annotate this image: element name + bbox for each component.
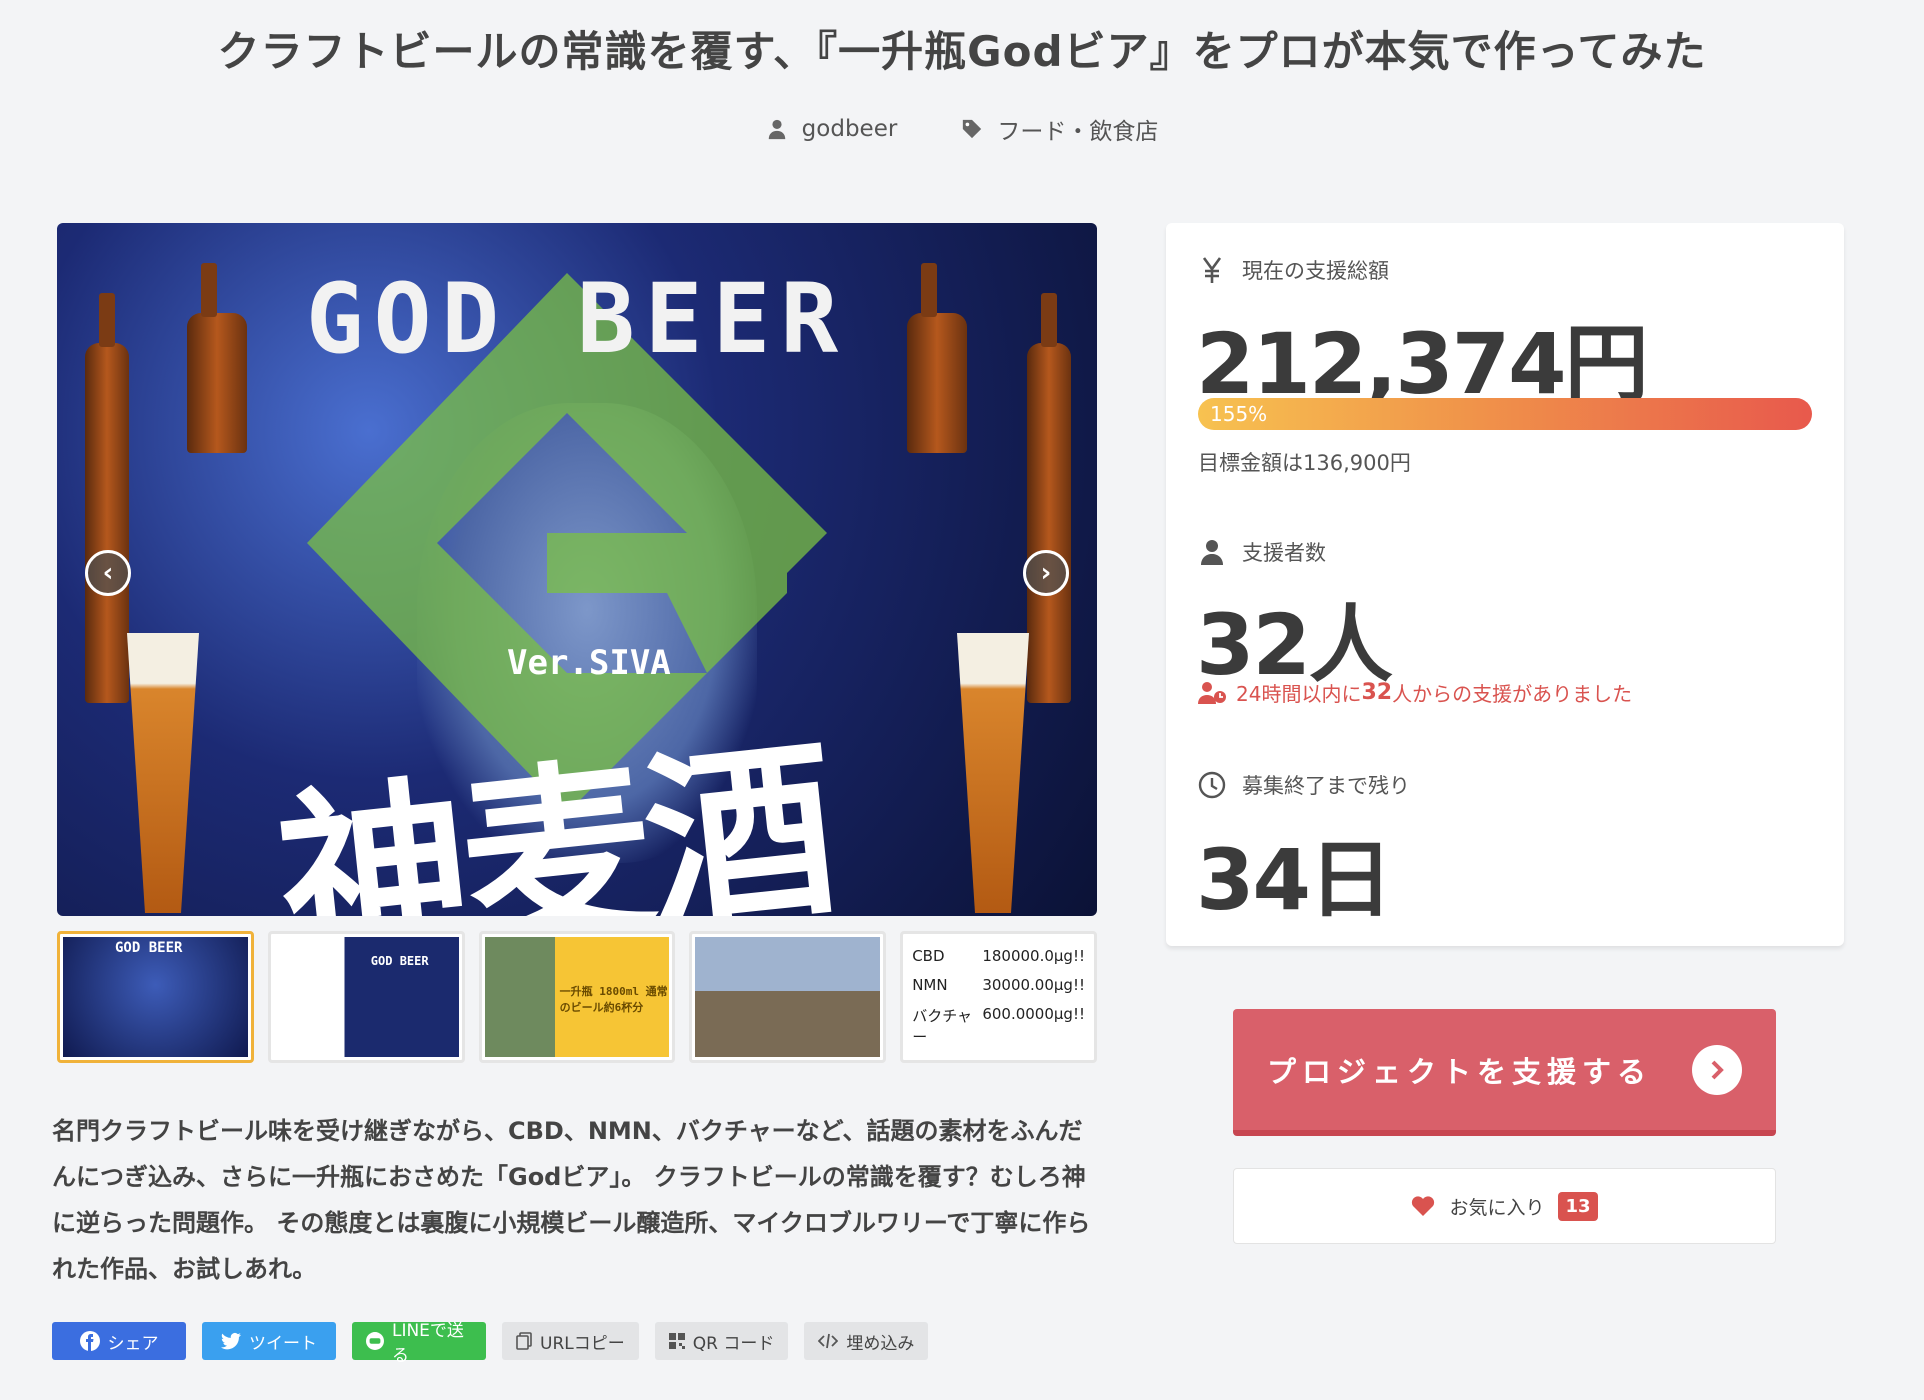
qr-code-icon [668,1333,685,1349]
yen-icon [1202,257,1222,283]
embed-button[interactable]: 埋め込み [804,1322,929,1360]
amount-label-row: 現在の支援総額 [1198,255,1389,285]
clock-icon [1198,771,1226,799]
twitter-share-label: ツイート [249,1333,317,1354]
favorite-label: お気に入り [1449,1196,1545,1219]
url-copy-button[interactable]: URLコピー [502,1322,639,1360]
funding-stats-panel: 現在の支援総額 212,374円 155% 目標金額は136,900円 支援者数… [1166,223,1844,946]
progress-percent: 155% [1210,402,1268,426]
url-copy-label: URLコピー [540,1333,625,1354]
favorite-count-badge: 13 [1558,1191,1598,1221]
beer-glass-left [127,633,199,913]
remaining-label-row: 募集終了まで残り [1198,770,1410,800]
recent-count: 32 [1361,680,1393,705]
author-link[interactable]: godbeer [766,112,898,146]
page-title: クラフトビールの常識を覆す、『一升瓶Godビア』をプロが本気で作ってみた [217,27,1707,76]
embed-label: 埋め込み [846,1333,915,1354]
tag-icon [963,119,982,139]
user-icon [1201,540,1223,565]
amount-label: 現在の支援総額 [1242,259,1389,283]
backers-label: 支援者数 [1242,541,1326,565]
thumbnail-1[interactable]: GOD BEER [57,931,254,1063]
remaining-value: 34日 [1196,831,1393,929]
copy-icon [516,1332,532,1350]
thumbnail-4[interactable] [689,931,887,1063]
facebook-share-button[interactable]: シェア [52,1322,186,1360]
category-link[interactable]: フード・飲食店 [961,112,1158,146]
thumbnail-strip: GOD BEER GOD BEER 一升瓶 1800ml 通常のビール約6杯分 … [57,931,1097,1063]
backers-label-row: 支援者数 [1198,537,1326,567]
user-icon [768,119,785,140]
line-share-label: LINEで送る [391,1321,464,1366]
category-name: フード・飲食店 [997,119,1159,145]
recent-prefix: 24時間以内に [1236,682,1362,706]
support-project-button[interactable]: プロジェクトを支援する [1233,1009,1776,1136]
progress-bar: 155% [1198,398,1812,430]
recent-support-notice: 24時間以内に 32 人からの支援がありました [1198,678,1632,707]
chevron-right-icon [1692,1044,1742,1095]
thumbnail-3-label: 一升瓶 1800ml 通常のビール約6杯分 [559,985,668,1014]
thumbnail-2-label: GOD BEER [370,954,429,968]
qr-code-label: QR コード [692,1333,775,1354]
code-icon [818,1333,839,1349]
line-icon [366,1332,384,1350]
thumbnail-1-label: GOD BEER [115,940,183,956]
thumbnail-5[interactable]: CBD 180000.0μg!! NMN 30000.00μg!! バクチャー 600… [900,931,1097,1063]
next-arrow-button[interactable]: › [1023,550,1069,596]
recent-suffix: 人からの支援がありました [1392,682,1633,706]
spec-row: CBD 180000.0μg!! [912,946,1085,965]
share-bar: シェア ツイート LINEで送る URLコピー QR コード 埋め込み [52,1321,929,1366]
beer-bottle-right-large [1027,293,1071,703]
beer-bottle-left-small [187,263,247,453]
facebook-icon [79,1331,100,1351]
remaining-label: 募集終了まで残り [1242,774,1410,798]
beer-bottle-right-small [907,263,967,453]
twitter-share-button[interactable]: ツイート [202,1322,336,1360]
prev-arrow-button[interactable]: ‹ [85,550,131,596]
user-clock-icon [1198,681,1226,704]
heart-icon [1412,1196,1435,1216]
author-name: godbeer [801,116,898,142]
beer-bottle-left-large [85,293,129,703]
project-meta: godbeer フード・飲食店 [0,112,1924,146]
spec-row: NMN 30000.00μg!! [912,975,1085,994]
qr-code-button[interactable]: QR コード [654,1322,789,1360]
target-amount: 目標金額は136,900円 [1198,451,1411,475]
favorite-button[interactable]: お気に入り 13 [1233,1168,1776,1244]
twitter-icon [221,1332,241,1350]
spec-row: バクチャー 600.0000μg!! [912,1005,1085,1047]
main-image: GOD BEER Ver.SIVA 神麦酒 ‹ › [57,223,1097,916]
facebook-share-label: シェア [107,1333,159,1354]
thumbnail-2[interactable]: GOD BEER [267,931,465,1063]
support-button-label: プロジェクトを支援する [1267,1054,1653,1089]
line-share-button[interactable]: LINEで送る [352,1321,486,1366]
project-description: 名門クラフトビール味を受け継ぎながら、CBD、NMN、バクチャーなど、話題の素材… [52,1117,1091,1283]
beer-glass-right [957,633,1029,913]
thumbnail-3[interactable]: 一升瓶 1800ml 通常のビール約6杯分 [478,931,676,1063]
main-image-version: Ver.SIVA [507,643,671,683]
